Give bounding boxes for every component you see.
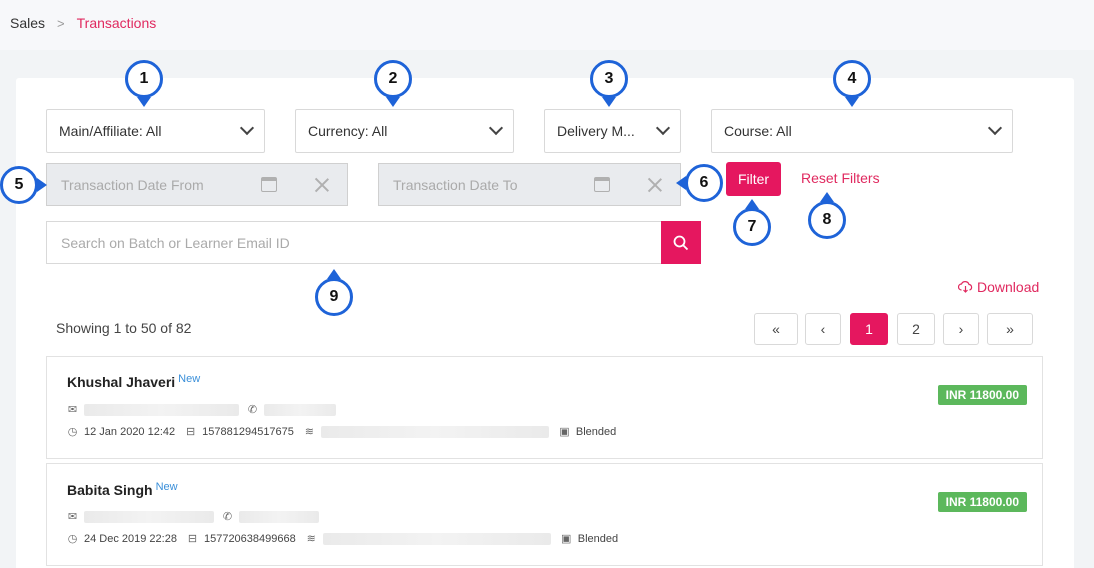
calendar-icon[interactable] (261, 177, 277, 192)
email-redacted (84, 403, 239, 416)
annotation-arrow (327, 269, 341, 279)
page-2-button[interactable]: 2 (897, 313, 935, 345)
annotation-arrow (602, 97, 616, 107)
chevron-down-icon (987, 120, 1003, 136)
chevron-down-icon (239, 120, 255, 136)
batch-redacted (320, 425, 549, 438)
main-affiliate-value: Main/Affiliate: All (59, 123, 162, 139)
prev-page-button[interactable]: ‹ (805, 313, 841, 345)
annotation-arrow (386, 97, 400, 107)
contact-row: ✉ ✆ (67, 510, 319, 523)
showing-count: Showing 1 to 50 of 82 (56, 320, 192, 336)
new-tag: New (178, 373, 201, 385)
meta-row: ◷ 12 Jan 2020 12:42 ⊟ 157881294517675 ≋ … (67, 425, 616, 438)
download-label: Download (977, 279, 1040, 295)
phone-redacted (239, 510, 319, 523)
breadcrumb-sales[interactable]: Sales (10, 15, 45, 31)
date-from-field[interactable]: Transaction Date From (46, 163, 348, 206)
clock-icon: ◷ (67, 426, 78, 438)
delivery-mode-select[interactable]: Delivery M... (544, 109, 681, 153)
annotation-9: 9 (315, 278, 353, 316)
annotation-arrow (676, 176, 686, 190)
chevron-down-icon (488, 120, 504, 136)
amount-badge: INR 11800.00 (937, 492, 1027, 512)
transaction-datetime: 24 Dec 2019 22:28 (84, 532, 177, 545)
email-redacted (84, 510, 214, 523)
mail-icon: ✉ (67, 404, 78, 416)
clear-icon[interactable] (648, 178, 662, 192)
transaction-card[interactable]: Khushal Jhaveri New ✉ ✆ ◷ 12 Jan 2020 12:… (46, 356, 1043, 459)
phone-icon: ✆ (247, 404, 258, 416)
breadcrumb-transactions: Transactions (76, 15, 157, 31)
breadcrumb: Sales > Transactions (10, 15, 156, 31)
delivery-mode: Blended (575, 425, 617, 438)
learner-name: Babita Singh (67, 482, 153, 498)
new-tag: New (155, 481, 178, 493)
annotation-arrow (845, 97, 859, 107)
learner-name: Khushal Jhaveri (67, 374, 176, 390)
transaction-id: 157881294517675 (202, 425, 294, 438)
search-input[interactable]: Search on Batch or Learner Email ID (46, 221, 662, 264)
clear-icon[interactable] (315, 178, 329, 192)
annotation-7: 7 (733, 208, 771, 246)
annotation-arrow (745, 199, 759, 209)
delivery-mode-value: Delivery M... (557, 123, 635, 139)
phone-icon: ✆ (222, 511, 233, 523)
clock-icon: ◷ (67, 533, 78, 545)
next-page-button[interactable]: › (943, 313, 979, 345)
annotation-4: 4 (833, 60, 871, 98)
calendar-icon[interactable] (594, 177, 610, 192)
annotation-arrow (137, 97, 151, 107)
delivery-mode: Blended (577, 532, 619, 545)
chevron-down-icon (655, 120, 671, 136)
main-affiliate-select[interactable]: Main/Affiliate: All (46, 109, 265, 153)
reset-filters-link[interactable]: Reset Filters (801, 170, 880, 186)
annotation-3: 3 (590, 60, 628, 98)
annotation-8: 8 (808, 201, 846, 239)
annotation-1: 1 (125, 60, 163, 98)
receipt-icon: ⊟ (187, 533, 198, 545)
date-from-placeholder: Transaction Date From (61, 176, 204, 193)
breadcrumb-separator: > (57, 15, 65, 31)
cloud-download-icon (958, 281, 973, 293)
date-to-field[interactable]: Transaction Date To (378, 163, 681, 206)
transaction-id: 157720638499668 (203, 532, 296, 545)
top-bar: Sales > Transactions (0, 0, 1094, 50)
last-page-button[interactable]: » (987, 313, 1033, 345)
meta-row: ◷ 24 Dec 2019 22:28 ⊟ 157720638499668 ≋ … (67, 532, 618, 545)
search-icon (673, 235, 689, 250)
annotation-6: 6 (685, 164, 723, 202)
annotation-arrow (820, 192, 834, 202)
search-button[interactable] (661, 221, 701, 264)
phone-redacted (264, 403, 336, 416)
receipt-icon: ⊟ (186, 426, 196, 438)
layers-icon: ≋ (306, 533, 316, 545)
mail-icon: ✉ (67, 511, 78, 523)
currency-value: Currency: All (308, 123, 388, 139)
annotation-2: 2 (374, 60, 412, 98)
first-page-button[interactable]: « (754, 313, 798, 345)
amount-badge: INR 11800.00 (937, 385, 1027, 405)
currency-select[interactable]: Currency: All (295, 109, 514, 153)
learner-name-row: Babita Singh New (67, 481, 178, 498)
page-1-button[interactable]: 1 (850, 313, 888, 345)
course-value: Course: All (724, 123, 792, 139)
filter-button[interactable]: Filter (726, 162, 781, 196)
course-select[interactable]: Course: All (711, 109, 1013, 153)
contact-row: ✉ ✆ (67, 403, 336, 416)
download-link[interactable]: Download (958, 279, 1039, 295)
annotation-5: 5 (0, 166, 38, 204)
transaction-card[interactable]: Babita Singh New ✉ ✆ ◷ 24 Dec 2019 22:28 … (46, 463, 1043, 566)
calendar-icon: ▣ (561, 533, 572, 545)
transaction-datetime: 12 Jan 2020 12:42 (84, 425, 176, 438)
batch-redacted (322, 532, 551, 545)
annotation-arrow (37, 178, 47, 192)
calendar-icon: ▣ (559, 426, 570, 438)
search-placeholder: Search on Batch or Learner Email ID (61, 234, 290, 251)
layers-icon: ≋ (304, 426, 315, 438)
date-to-placeholder: Transaction Date To (393, 176, 518, 193)
learner-name-row: Khushal Jhaveri New (67, 373, 201, 390)
